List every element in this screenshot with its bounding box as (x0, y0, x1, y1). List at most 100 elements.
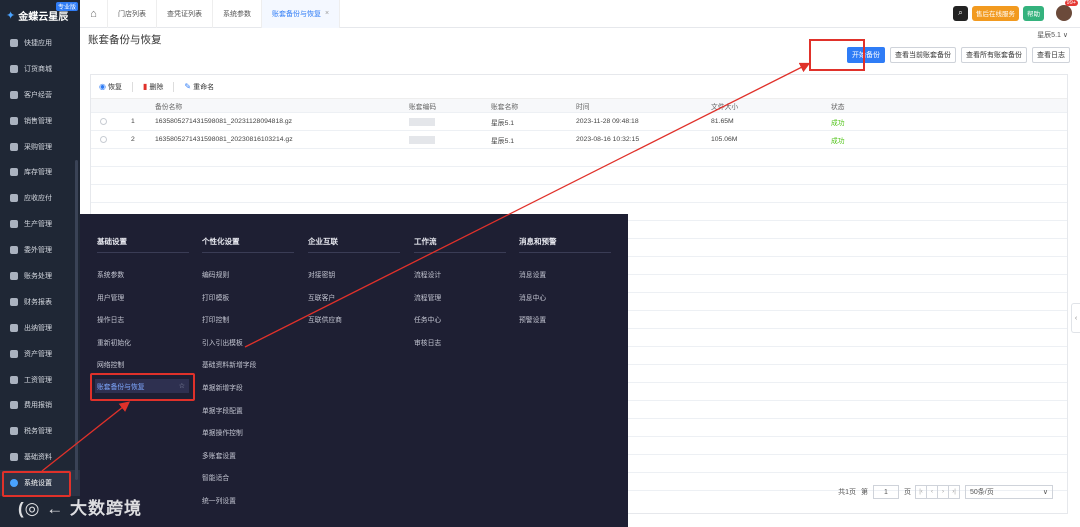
sidebar-item[interactable]: 快捷应用 (0, 30, 80, 56)
menu-item[interactable]: 单据操作控制 (202, 427, 243, 437)
sidebar-item-label: 应收应付 (24, 195, 52, 203)
view-all-backup-button[interactable]: 查看所有账套备份 (961, 47, 1027, 63)
table-row[interactable]: 2 1635805271431598081_20230816103214.gz 星辰… (91, 131, 1067, 149)
menu-icon (10, 271, 18, 280)
menu-item[interactable]: 系统参数 (97, 269, 124, 279)
table-row[interactable]: 1 1635805271431598081_20231128094818.gz 星辰… (91, 113, 1067, 131)
menu-icon (10, 220, 18, 229)
row-radio[interactable] (100, 136, 107, 143)
menu-item[interactable]: 对接密钥 (308, 269, 335, 279)
restore-button[interactable]: ◉ 恢复 (99, 82, 122, 92)
sidebar-item[interactable]: 订货商城 (0, 56, 80, 82)
pagination: 共1页 第 1 页 |‹ ‹ › ›| 50条/页 ∨ (838, 485, 1053, 499)
sidebar-item-label: 税务管理 (24, 428, 52, 436)
menu-icon (10, 116, 18, 125)
menu-item[interactable]: 任务中心 (414, 314, 441, 324)
menu-item[interactable]: 互联客户 (308, 292, 335, 302)
menu-item[interactable]: 智能适合 (202, 472, 229, 482)
sidebar-item[interactable]: 费用报销 (0, 392, 80, 418)
toolbar-divider (131, 81, 133, 92)
menu-divider (519, 252, 611, 253)
menu-item[interactable]: 互联供应商 (308, 314, 342, 324)
menu-item[interactable]: 用户管理 (97, 292, 124, 302)
tab-label: 账套备份与恢复 (272, 10, 321, 18)
account-selector[interactable]: 星辰5.1 ∨ (1037, 30, 1068, 40)
menu-item[interactable]: 打印模板 (202, 292, 229, 302)
tab[interactable]: 账套备份与恢复 × (262, 0, 341, 28)
chevron-left-icon: ‹ (1074, 314, 1078, 322)
menu-item[interactable]: 单据字段配置 (202, 405, 243, 415)
sidebar-item-label: 费用报销 (24, 402, 52, 410)
sidebar-item-label: 快捷应用 (24, 39, 52, 47)
menu-icon (10, 64, 18, 73)
sidebar-item[interactable]: 税务管理 (0, 418, 80, 444)
delete-button[interactable]: ▮ 删除 (143, 82, 163, 92)
menu-head-enterprise: 企业互联 (308, 237, 338, 246)
sidebar-item[interactable]: 库存管理 (0, 159, 80, 185)
avatar[interactable]: 99+ (1056, 0, 1078, 21)
sidebar-item[interactable]: 生产管理 (0, 211, 80, 237)
table-header: 备份名称 账套编码 账套名称 时间 文件大小 状态 (91, 99, 1067, 113)
sidebar-item[interactable]: 工资管理 (0, 367, 80, 393)
sidebar-item[interactable]: 销售管理 (0, 108, 80, 134)
home-icon[interactable]: ⌂ (80, 0, 108, 28)
tab[interactable]: 门店列表 (108, 0, 157, 28)
tab[interactable]: 系统参数 (213, 0, 262, 28)
menu-icon (10, 194, 18, 203)
menu-item[interactable]: 多账套设置 (202, 450, 236, 460)
menu-item[interactable]: 单据新增字段 (202, 382, 243, 392)
edition-badge: 专业版 (55, 2, 78, 11)
menu-item[interactable]: 预警设置 (519, 314, 546, 324)
menu-item[interactable]: 统一列设置 (202, 495, 236, 505)
view-current-backup-button[interactable]: 查看当前账套备份 (890, 47, 956, 63)
menu-item[interactable]: 审核日志 (414, 337, 441, 347)
menu-item[interactable]: 流程设计 (414, 269, 441, 279)
sidebar-item[interactable]: 财务报表 (0, 289, 80, 315)
menu-item[interactable]: 操作日志 (97, 314, 124, 324)
menu-item[interactable]: 网络控制 (97, 359, 124, 369)
sidebar-item[interactable]: 客户经营 (0, 82, 80, 108)
sidebar-item[interactable]: 基础资料 (0, 444, 80, 470)
close-icon[interactable]: × (325, 10, 329, 17)
sidebar-item[interactable]: 账务处理 (0, 263, 80, 289)
menu-head-messages: 消息和预警 (519, 237, 557, 246)
search-icon[interactable]: ⌕ (953, 5, 968, 21)
sidebar-item[interactable]: 资产管理 (0, 341, 80, 367)
highlight-start-backup (809, 39, 865, 71)
sidebar-scrollbar[interactable] (75, 160, 78, 480)
brand-logo[interactable]: ✦ 金蝶云星辰 专业版 (0, 0, 80, 30)
sidebar-item[interactable]: 采购管理 (0, 134, 80, 160)
page-size-select[interactable]: 50条/页 ∨ (965, 485, 1053, 499)
col-status: 状态 (831, 103, 845, 111)
row-radio[interactable] (100, 118, 107, 125)
status-badge: 成功 (831, 119, 845, 127)
sidebar-item[interactable]: 出纳管理 (0, 315, 80, 341)
view-log-button[interactable]: 查看日志 (1032, 47, 1070, 63)
rename-button[interactable]: ✎ 重命名 (184, 82, 214, 92)
service-button[interactable]: 售后在线服务 (972, 5, 1019, 21)
sidebar-item[interactable]: 委外管理 (0, 237, 80, 263)
menu-item[interactable]: 消息设置 (519, 269, 546, 279)
tab[interactable]: 查凭证列表 (157, 0, 213, 28)
menu-item[interactable]: 消息中心 (519, 292, 546, 302)
sidebar-item-label: 客户经营 (24, 91, 52, 99)
menu-item[interactable]: 基础资料新增字段 (202, 359, 256, 369)
account-name: 星辰5.1 (491, 119, 515, 127)
row-index: 1 (131, 118, 135, 125)
menu-item[interactable]: 编码规则 (202, 269, 229, 279)
page-input[interactable]: 1 (873, 485, 899, 499)
help-button[interactable]: 帮助 (1023, 5, 1044, 21)
last-page-icon[interactable]: ›| (948, 485, 960, 499)
collapse-handle[interactable]: ‹ (1071, 303, 1080, 333)
page-title: 账套备份与恢复 (88, 34, 162, 46)
sidebar-item[interactable]: 应收应付 (0, 185, 80, 211)
sidebar-item-label: 资产管理 (24, 350, 52, 358)
col-account-code: 账套编码 (409, 103, 437, 111)
menu-item[interactable]: 流程管理 (414, 292, 441, 302)
menu-item[interactable]: 重新初始化 (97, 337, 131, 347)
col-file-size: 文件大小 (711, 103, 739, 111)
account-name: 星辰5.1 (491, 137, 515, 145)
menu-item[interactable]: 引入引出模板 (202, 337, 243, 347)
menu-item[interactable]: 打印控制 (202, 314, 229, 324)
col-account-name: 账套名称 (491, 103, 519, 111)
